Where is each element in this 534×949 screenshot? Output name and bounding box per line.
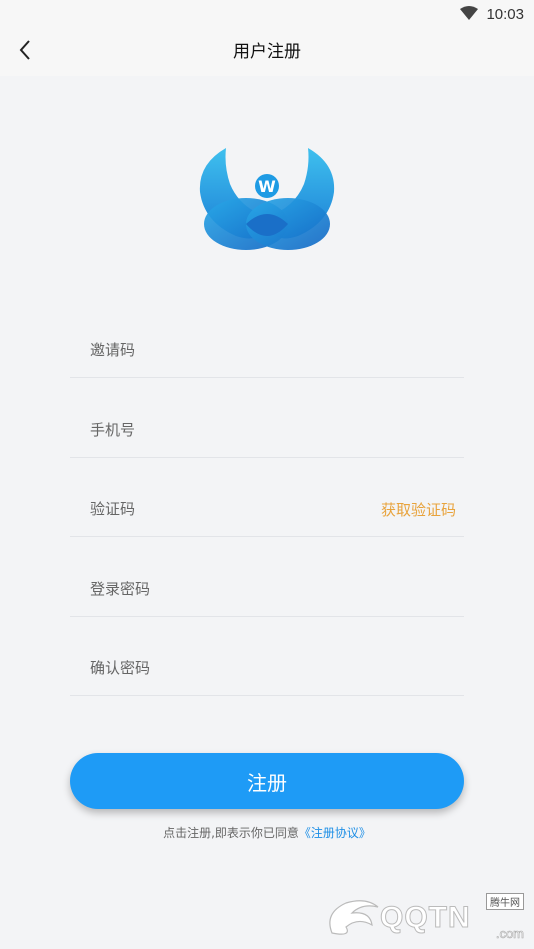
- phone-input[interactable]: [90, 417, 350, 443]
- watermark-domain: .com: [495, 926, 525, 942]
- page-title: 用户注册: [233, 42, 301, 62]
- verify-code-field: 获取验证码: [70, 457, 464, 537]
- wifi-icon: [460, 5, 479, 24]
- confirm-password-input[interactable]: [90, 655, 350, 681]
- register-button[interactable]: 注册: [70, 753, 464, 809]
- get-code-button[interactable]: 获取验证码: [381, 499, 456, 520]
- status-bar: 10:03: [0, 0, 534, 28]
- password-field: [70, 537, 464, 617]
- app-logo: W: [196, 144, 338, 252]
- agreement-link[interactable]: 《注册协议》: [299, 826, 371, 840]
- verify-code-input[interactable]: [90, 496, 350, 522]
- status-time: 10:03: [486, 5, 524, 23]
- watermark-site: 腾牛网: [486, 893, 524, 910]
- status-indicators: 10:03: [460, 4, 524, 24]
- nav-bar: 用户注册: [0, 28, 534, 76]
- agreement-prefix: 点击注册,即表示你已同意: [163, 826, 299, 840]
- password-input[interactable]: [90, 576, 350, 602]
- phone-field: [70, 378, 464, 458]
- invite-code-input[interactable]: [90, 337, 350, 363]
- watermark-brand: QQTN: [380, 901, 471, 935]
- invite-code-field: [70, 298, 464, 378]
- svg-text:W: W: [258, 177, 276, 196]
- watermark: QQTN 腾牛网 .com: [318, 891, 528, 945]
- confirm-password-field: [70, 616, 464, 696]
- agreement-text: 点击注册,即表示你已同意《注册协议》: [0, 824, 534, 841]
